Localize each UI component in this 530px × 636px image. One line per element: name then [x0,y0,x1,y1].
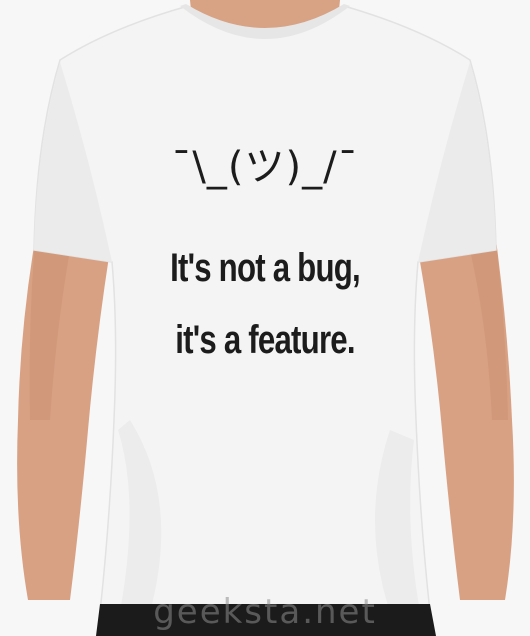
watermark: geeksta.net [153,592,377,632]
slogan-line-1: It's not a bug, [170,246,361,290]
product-photo: ¯\_(ツ)_/¯ It's not a bug, it's a feature… [0,0,530,636]
slogan-line-2: it's a feature. [175,318,355,362]
shrug-emoticon: ¯\_(ツ)_/¯ [171,144,359,190]
